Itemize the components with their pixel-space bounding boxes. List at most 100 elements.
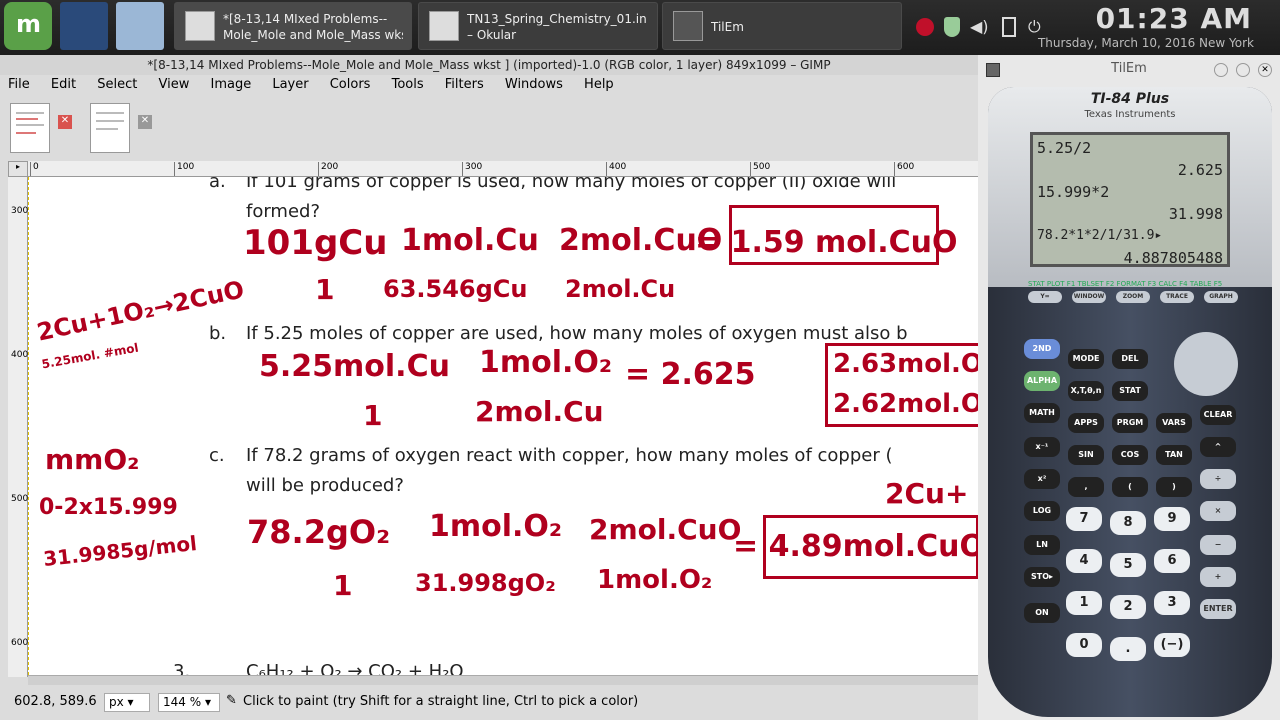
clock[interactable]: 01:23 AM (1096, 2, 1252, 35)
ink-c-d2: 31.998gO₂ (415, 569, 556, 597)
menu-help[interactable]: Help (584, 77, 614, 92)
ink-a-d1: 1 (315, 273, 335, 306)
key-divide[interactable]: ÷ (1200, 469, 1236, 489)
key-2[interactable]: 2 (1110, 595, 1146, 619)
question-c-text2: will be produced? (246, 475, 404, 496)
zoom-select[interactable]: 144 % ▾ (158, 693, 220, 712)
record-icon[interactable] (916, 18, 934, 36)
arrow-pad[interactable] (1174, 332, 1238, 396)
key-mode[interactable]: MODE (1068, 349, 1104, 369)
calculator-screen: 5.25/2 2.625 15.999*2 31.998 78.2*1*2/1/… (1030, 132, 1230, 267)
menu-colors[interactable]: Colors (330, 77, 371, 92)
key-cos[interactable]: COS (1112, 445, 1148, 465)
shield-icon[interactable] (944, 17, 960, 37)
menu-layer[interactable]: Layer (272, 77, 308, 92)
key-graph[interactable]: GRAPH (1204, 291, 1238, 303)
key-enter[interactable]: ENTER (1200, 599, 1236, 619)
key-6[interactable]: 6 (1154, 549, 1190, 573)
key-4[interactable]: 4 (1066, 549, 1102, 573)
key-7[interactable]: 7 (1066, 507, 1102, 531)
task-okular[interactable]: TN13_Spring_Chemistry_01.indd – Okular (418, 2, 658, 50)
ink-c-n2: 1mol.O₂ (429, 509, 563, 544)
minimize-icon[interactable] (1214, 63, 1228, 77)
key-5[interactable]: 5 (1110, 553, 1146, 577)
key-vars[interactable]: VARS (1156, 413, 1192, 433)
key-log[interactable]: LOG (1024, 501, 1060, 521)
answer-box-b (825, 343, 978, 427)
key-zoom[interactable]: ZOOM (1116, 291, 1150, 303)
task-gimp[interactable]: *[8-13,14 MIxed Problems-- Mole_Mole and… (174, 2, 412, 50)
menu-select[interactable]: Select (97, 77, 137, 92)
image-tabs: ✕ ✕ (0, 99, 978, 161)
question-3-number: 3. (173, 661, 191, 675)
ink-a-d3: 2mol.Cu (565, 275, 676, 303)
key-multiply[interactable]: × (1200, 501, 1236, 521)
close-icon[interactable]: ✕ (58, 115, 72, 129)
task-tilem[interactable]: TilEm (662, 2, 902, 50)
ink-b-d2: 2mol.Cu (475, 395, 604, 428)
calculator-faceplate: TI-84 Plus Texas Instruments 5.25/2 2.62… (988, 87, 1272, 287)
horizontal-ruler[interactable]: 0 100 200 300 400 500 600 (28, 161, 978, 177)
key-decimal[interactable]: . (1110, 637, 1146, 661)
key-square[interactable]: x² (1024, 469, 1060, 489)
key-inverse[interactable]: x⁻¹ (1024, 437, 1060, 457)
key-comma[interactable]: , (1068, 477, 1104, 497)
menu-image[interactable]: Image (210, 77, 251, 92)
key-on[interactable]: ON (1024, 603, 1060, 623)
ink-c-side: 2Cu+ (885, 477, 969, 510)
menu-file[interactable]: File (8, 77, 30, 92)
volume-icon[interactable]: ◀) (970, 17, 989, 36)
key-plus[interactable]: + (1200, 567, 1236, 587)
menu-windows[interactable]: Windows (505, 77, 563, 92)
image-tab-2[interactable] (90, 103, 130, 153)
key-math[interactable]: MATH (1024, 403, 1060, 423)
question-3-text: C₆H₁₂ + O₂ → CO₂ + H₂O (246, 661, 464, 675)
key-xton[interactable]: X,T,θ,n (1068, 381, 1104, 401)
key-del[interactable]: DEL (1112, 349, 1148, 369)
key-alpha[interactable]: ALPHA (1024, 371, 1060, 391)
desktop-icon[interactable] (60, 2, 108, 50)
key-lparen[interactable]: ( (1112, 477, 1148, 497)
key-1[interactable]: 1 (1066, 591, 1102, 615)
menu-view[interactable]: View (158, 77, 189, 92)
okular-icon (429, 11, 459, 41)
key-stat[interactable]: STAT (1112, 381, 1148, 401)
vertical-ruler[interactable]: 300 400 500 600 (8, 177, 28, 677)
close-icon[interactable]: ✕ (1258, 63, 1272, 77)
ink-c-d3: 1mol.O₂ (597, 565, 713, 595)
key-power[interactable]: ^ (1200, 437, 1236, 457)
key-ln[interactable]: LN (1024, 535, 1060, 555)
key-trace[interactable]: TRACE (1160, 291, 1194, 303)
key-rparen[interactable]: ) (1156, 477, 1192, 497)
question-a-text: If 101 grams of copper is used, how many… (246, 177, 897, 192)
key-0[interactable]: 0 (1066, 633, 1102, 657)
ink-b-answer: = 2.625 (625, 357, 756, 392)
key-sin[interactable]: SIN (1068, 445, 1104, 465)
key-8[interactable]: 8 (1110, 511, 1146, 535)
key-clear[interactable]: CLEAR (1200, 405, 1236, 425)
key-window[interactable]: WINDOW (1072, 291, 1106, 303)
key-sto[interactable]: STO▸ (1024, 567, 1060, 587)
menu-tools[interactable]: Tools (392, 77, 424, 92)
maximize-icon[interactable] (1236, 63, 1250, 77)
key-apps[interactable]: APPS (1068, 413, 1104, 433)
key-y-equals[interactable]: Y= (1028, 291, 1062, 303)
key-2nd[interactable]: 2ND (1024, 339, 1060, 359)
power-icon[interactable]: ⏻ (1028, 17, 1041, 37)
key-9[interactable]: 9 (1154, 507, 1190, 531)
horizontal-scrollbar[interactable] (28, 675, 978, 685)
key-minus[interactable]: − (1200, 535, 1236, 555)
network-icon[interactable] (1002, 17, 1016, 37)
image-canvas[interactable]: a. If 101 grams of copper is used, how m… (28, 177, 978, 675)
close-icon[interactable]: ✕ (138, 115, 152, 129)
key-prgm[interactable]: PRGM (1112, 413, 1148, 433)
image-tab-1[interactable] (10, 103, 50, 153)
key-3[interactable]: 3 (1154, 591, 1190, 615)
key-negative[interactable]: (−) (1154, 633, 1190, 657)
menu-filters[interactable]: Filters (445, 77, 484, 92)
menu-icon[interactable]: m (4, 2, 52, 50)
key-tan[interactable]: TAN (1156, 445, 1192, 465)
unit-select[interactable]: px ▾ (104, 693, 150, 712)
file-manager-icon[interactable] (116, 2, 164, 50)
menu-edit[interactable]: Edit (51, 77, 76, 92)
